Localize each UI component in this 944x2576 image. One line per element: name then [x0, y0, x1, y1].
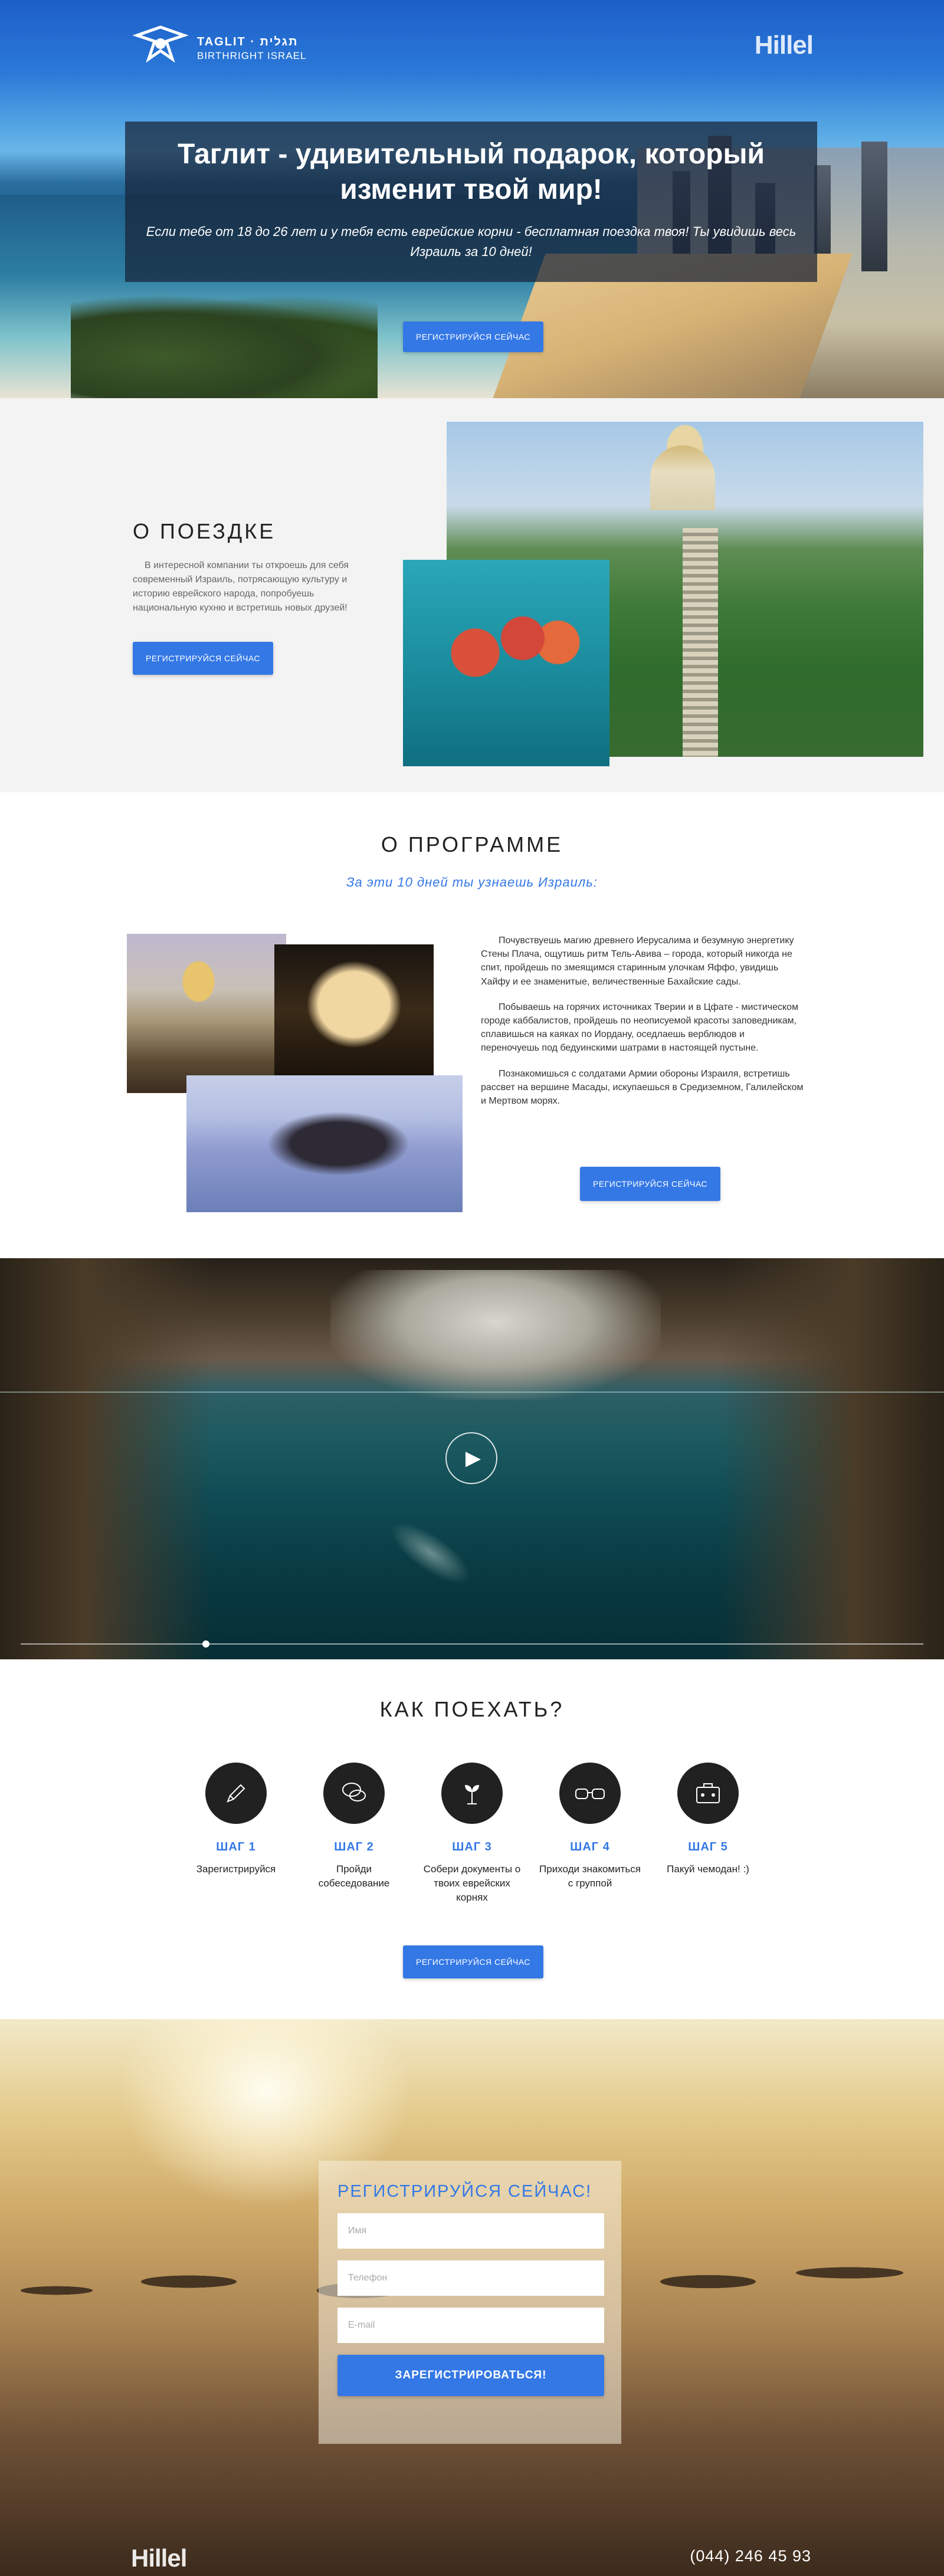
program-paragraph: Побываешь на горячих источниках Тверии и… — [481, 1002, 799, 1054]
hillel-logo[interactable]: Hillel — [755, 31, 814, 60]
how-title: КАК ПОЕХАТЬ? — [379, 1697, 565, 1721]
logo-line2: BIRTHRIGHT ISRAEL — [197, 50, 307, 61]
suitcase-icon — [677, 1763, 739, 1824]
step-number: ШАГ 2 — [334, 1840, 374, 1853]
step-1: ШАГ 1 Зарегистрируйся — [183, 1763, 289, 1876]
about-register-button[interactable]: Регистрируйся сейчас — [133, 642, 273, 675]
diver-figure — [382, 1511, 480, 1595]
video-progress-handle[interactable] — [202, 1640, 209, 1648]
program-section: О ПРОГРАММЕ За эти 10 дней ты узнаешь Из… — [0, 792, 944, 1258]
friends-on-boat-image — [186, 1075, 463, 1212]
step-text: Собери документы о твоих еврейских корня… — [423, 1863, 521, 1903]
hero-title: Таглит - удивительный подарок, который и… — [177, 139, 765, 205]
step-number: ШАГ 1 — [216, 1840, 256, 1853]
how-register-button[interactable]: Регистрируйся сейчас — [403, 1945, 543, 1978]
chat-icon — [323, 1763, 385, 1824]
step-2: ШАГ 2 Пройди собеседование — [301, 1763, 407, 1891]
program-register-button[interactable]: Регистрируйся сейчас — [580, 1167, 720, 1201]
glasses-icon — [559, 1763, 621, 1824]
program-subtitle: За эти 10 дней ты узнаешь Израиль: — [346, 875, 598, 890]
register-section: РЕГИСТРИРУЙСЯ СЕЙЧАС! Зарегистрироваться… — [0, 2019, 944, 2576]
step-text: Приходи знакомиться с группой — [539, 1863, 641, 1889]
play-button[interactable]: ▶ — [445, 1432, 497, 1484]
register-title: РЕГИСТРИРУЙСЯ СЕЙЧАС! — [337, 2182, 592, 2201]
step-number: ШАГ 5 — [688, 1840, 728, 1853]
hero-register-button[interactable]: Регистрируйся сейчас — [403, 321, 543, 352]
register-form: РЕГИСТРИРУЙСЯ СЕЙЧАС! Зарегистрироваться… — [319, 2161, 621, 2444]
snorkeling-image — [403, 560, 609, 766]
play-icon: ▶ — [465, 1447, 481, 1469]
step-5: ШАГ 5 Пакуй чемодан! :) — [655, 1763, 761, 1876]
program-paragraph: Познакомишься с солдатами Армии обороны … — [481, 1068, 804, 1106]
step-text: Пройди собеседование — [318, 1863, 390, 1889]
name-field[interactable] — [337, 2213, 604, 2249]
step-4: ШАГ 4 Приходи знакомиться с группой — [537, 1763, 643, 1891]
program-text: Почувствуешь магию древнего Иерусалима и… — [481, 934, 805, 1120]
program-paragraph: Почувствуешь магию древнего Иерусалима и… — [481, 936, 794, 987]
taglit-logo[interactable]: TAGLIT · תגלית BIRTHRIGHT ISRAEL — [131, 24, 306, 73]
video-section[interactable]: ▶ — [0, 1258, 944, 1659]
step-text: Пакуй чемодан! :) — [667, 1863, 749, 1875]
hero-subtitle: Если тебе от 18 до 26 лет и у тебя есть … — [146, 224, 796, 260]
hero-trees — [71, 295, 378, 398]
program-title: О ПРОГРАММЕ — [381, 832, 563, 857]
step-3: ШАГ 3 Собери документы о твоих еврейских… — [419, 1763, 525, 1904]
sprout-icon — [441, 1763, 503, 1824]
hero-section: TAGLIT · תגלית BIRTHRIGHT ISRAEL Hillel … — [0, 0, 944, 398]
video-progress-track[interactable] — [21, 1643, 923, 1645]
night-gathering-image — [274, 944, 434, 1078]
footer-phone[interactable]: (044) 246 45 93 — [690, 2547, 811, 2565]
how-section: КАК ПОЕХАТЬ? ШАГ 1 Зарегистрируйся ШАГ 2… — [0, 1659, 944, 2019]
pencil-icon — [205, 1763, 267, 1824]
step-number: ШАГ 4 — [570, 1840, 610, 1853]
footer-hillel-logo[interactable]: Hillel — [131, 2544, 187, 2572]
step-number: ШАГ 3 — [452, 1840, 492, 1853]
submit-button[interactable]: Зарегистрироваться! — [337, 2355, 604, 2396]
phone-field[interactable] — [337, 2260, 604, 2296]
taglit-logo-icon — [131, 24, 190, 73]
logo-line1: TAGLIT · תגלית — [197, 35, 299, 48]
step-text: Зарегистрируйся — [196, 1863, 276, 1875]
about-section: О ПОЕЗДКЕ В интересной компании ты откро… — [0, 398, 944, 792]
about-text: В интересной компании ты откроешь для се… — [133, 560, 349, 613]
email-field[interactable] — [337, 2308, 604, 2343]
western-wall-image — [127, 934, 286, 1093]
about-title: О ПОЕЗДКЕ — [133, 519, 276, 543]
